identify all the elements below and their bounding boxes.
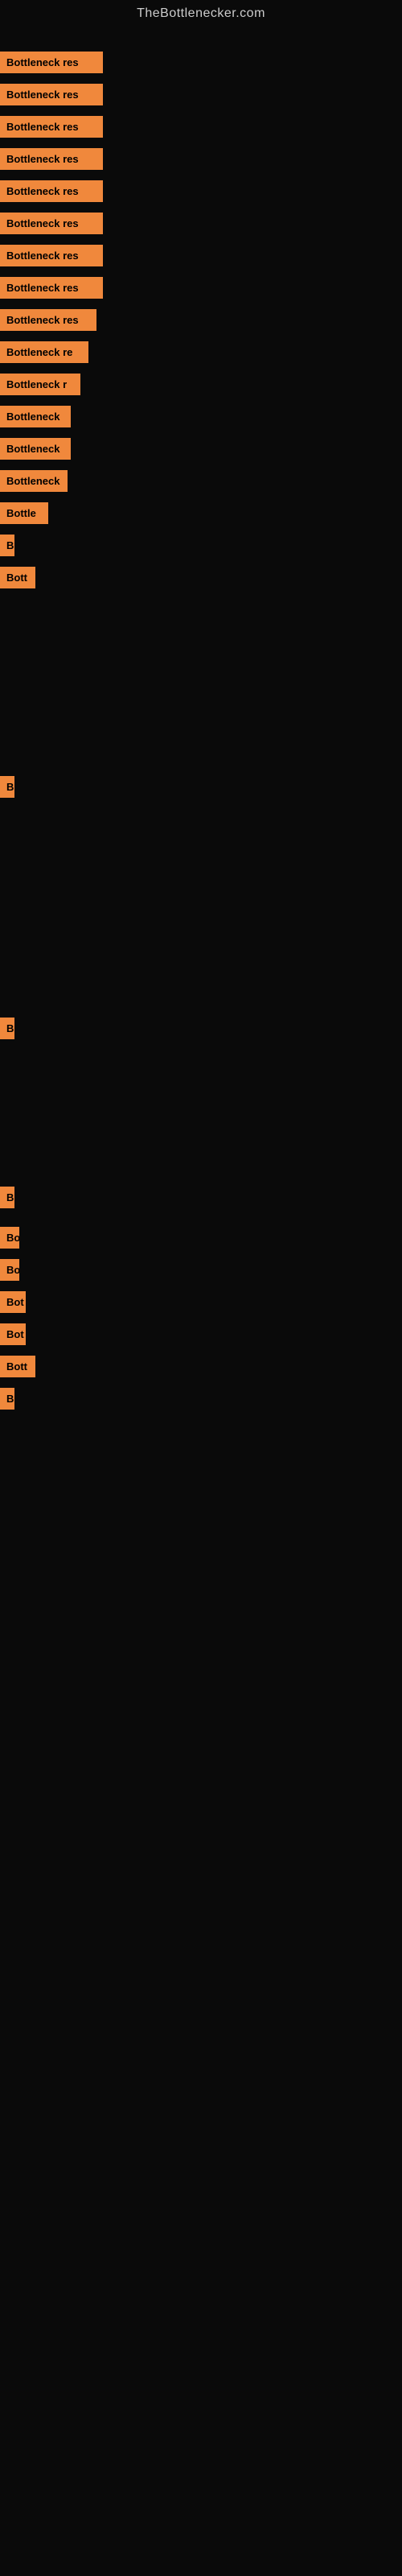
bottleneck-item[interactable]: Bottleneck re [0, 341, 88, 363]
site-title: TheBottlenecker.com [137, 0, 265, 27]
bottleneck-item[interactable]: Bottleneck res [0, 148, 103, 170]
bottleneck-item[interactable]: Bottleneck res [0, 180, 103, 202]
bottleneck-item[interactable]: Bottleneck res [0, 116, 103, 138]
bottleneck-item[interactable]: B [0, 1388, 14, 1410]
bottleneck-item[interactable]: Bot [0, 1323, 26, 1345]
bottleneck-item[interactable]: Bo [0, 1227, 19, 1249]
bottleneck-item[interactable]: Bottleneck [0, 470, 68, 492]
bottleneck-item[interactable]: Bot [0, 1291, 26, 1313]
bottleneck-item[interactable]: Bottleneck res [0, 84, 103, 105]
bottleneck-item[interactable]: Bottleneck res [0, 52, 103, 73]
bottleneck-item[interactable]: Bottleneck [0, 406, 71, 427]
bottleneck-item[interactable]: Bott [0, 1356, 35, 1377]
bottleneck-item[interactable]: Bott [0, 567, 35, 588]
bottleneck-item[interactable]: Bottle [0, 502, 48, 524]
bottleneck-item[interactable]: B [0, 776, 14, 798]
bottleneck-item[interactable]: Bottleneck res [0, 213, 103, 234]
bottleneck-item[interactable]: Bottleneck [0, 438, 71, 460]
bottleneck-item[interactable]: Bottleneck r [0, 374, 80, 395]
bottleneck-item[interactable]: Bo [0, 1259, 19, 1281]
bottleneck-item[interactable]: Bottleneck res [0, 245, 103, 266]
bottleneck-item[interactable]: Bottleneck res [0, 277, 103, 299]
bottleneck-item[interactable]: B [0, 535, 14, 556]
bottleneck-item[interactable]: Bottleneck res [0, 309, 96, 331]
bottleneck-item[interactable]: B [0, 1187, 14, 1208]
site-title-container: TheBottlenecker.com [0, 0, 402, 27]
bottleneck-item[interactable]: B [0, 1018, 14, 1039]
